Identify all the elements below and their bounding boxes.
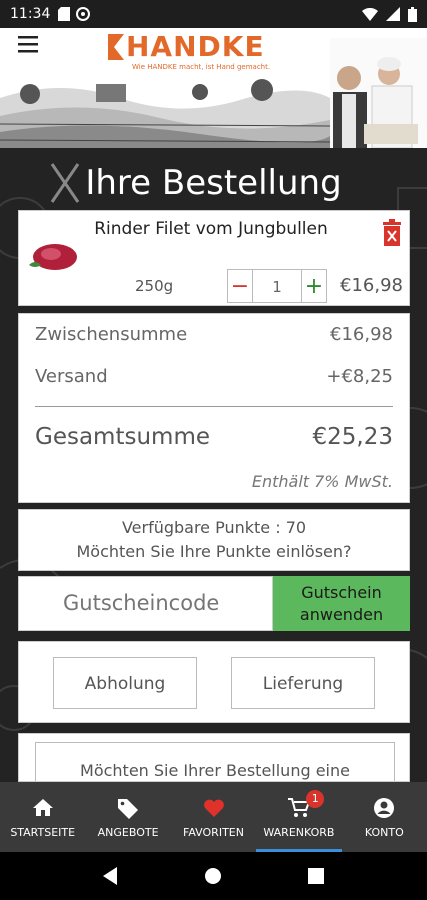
quantity-value[interactable]: 1: [253, 270, 301, 302]
total-label: Gesamtsumme: [35, 424, 210, 450]
available-points: Verfügbare Punkte : 70: [121, 518, 307, 537]
loyalty-points-card[interactable]: Verfügbare Punkte : 70 Möchten Sie Ihre …: [18, 509, 410, 571]
battery-icon: [408, 6, 417, 22]
home-circle-icon[interactable]: [204, 867, 222, 885]
apply-voucher-button[interactable]: Gutschein anwenden: [273, 576, 410, 631]
voucher-row: Gutschein anwenden: [18, 576, 410, 631]
delivery-options-card: Abholung Lieferung: [18, 641, 410, 723]
wifi-icon: [362, 7, 378, 21]
product-image: [29, 244, 77, 270]
nav-label: WARENKORB: [263, 825, 335, 839]
nav-label: FAVORITEN: [183, 825, 244, 839]
system-navigation-bar: [0, 852, 427, 900]
increase-quantity-button[interactable]: +: [301, 270, 326, 302]
nav-item-startseite[interactable]: STARTSEITE: [0, 782, 85, 852]
order-note-button[interactable]: Möchten Sie Ihrer Bestellung eine: [35, 742, 395, 781]
status-bar: 11:34: [0, 0, 427, 28]
nav-label: STARTSEITE: [10, 825, 76, 839]
delete-item-icon[interactable]: [381, 219, 403, 247]
quantity-stepper: − 1 +: [227, 269, 327, 303]
total-value: €25,23: [312, 424, 393, 450]
at-sign-icon: [76, 7, 91, 21]
brand-name: HANDKE: [126, 30, 265, 63]
back-icon[interactable]: [102, 867, 119, 885]
cart-count-badge: 1: [306, 790, 325, 808]
bottom-navigation: STARTSEITE ANGEBOTE FAVORITEN 1 WARENKOR…: [0, 782, 427, 852]
sd-card-icon: [58, 7, 71, 21]
summary-divider: [35, 406, 393, 407]
shipping-value: +€8,25: [326, 366, 393, 387]
shipping-label: Versand: [35, 366, 108, 387]
heart-icon: [203, 799, 224, 817]
nav-item-favoriten[interactable]: FAVORITEN: [171, 782, 256, 852]
home-icon: [32, 798, 53, 816]
tag-icon: [118, 798, 139, 819]
decrease-quantity-button[interactable]: −: [228, 270, 253, 302]
nav-label: KONTO: [364, 825, 404, 839]
recents-icon[interactable]: [308, 868, 325, 884]
account-icon: [374, 797, 395, 818]
subtotal-value: €16,98: [330, 324, 393, 345]
logo-mark-icon: [108, 34, 124, 60]
pickup-option-button[interactable]: Abholung: [53, 657, 197, 709]
page-title: Ihre Bestellung: [85, 163, 342, 203]
vat-note: Enthält 7% MwSt.: [251, 472, 393, 491]
butcher-figures: [330, 38, 427, 148]
order-summary-card: Zwischensumme €16,98 Versand +€8,25 Gesa…: [18, 313, 410, 503]
status-time: 11:34: [10, 6, 51, 22]
brand-slogan: Wie HANDKE macht, ist Hand gemacht.: [132, 63, 271, 71]
nav-item-angebote[interactable]: ANGEBOTE: [85, 782, 170, 852]
subtotal-label: Zwischensumme: [35, 324, 188, 345]
order-note-card: Möchten Sie Ihrer Bestellung eine: [18, 733, 410, 782]
delivery-option-button[interactable]: Lieferung: [231, 657, 375, 709]
nav-item-warenkorb[interactable]: 1 WARENKORB: [256, 782, 343, 852]
voucher-code-input[interactable]: [18, 576, 273, 631]
apply-voucher-label-line2: anwenden: [299, 604, 384, 624]
brand-logo[interactable]: HANDKE Wie HANDKE macht, ist Hand gemach…: [108, 30, 278, 74]
nav-label: ANGEBOTE: [97, 825, 159, 839]
nav-item-konto[interactable]: KONTO: [342, 782, 427, 852]
product-name: Rinder Filet vom Jungbullen: [94, 219, 328, 239]
hamburger-menu-icon[interactable]: [16, 34, 42, 56]
app-header: HANDKE Wie HANDKE macht, ist Hand gemach…: [0, 28, 427, 148]
product-weight: 250g: [135, 277, 174, 295]
apply-voucher-label-line1: Gutschein: [301, 582, 382, 602]
cart-item-card: Rinder Filet vom Jungbullen 250g − 1 + €…: [18, 210, 410, 306]
product-price: €16,98: [340, 275, 403, 296]
signal-icon: [386, 7, 400, 21]
redeem-points-question: Möchten Sie Ihre Punkte einlösen?: [76, 542, 352, 561]
